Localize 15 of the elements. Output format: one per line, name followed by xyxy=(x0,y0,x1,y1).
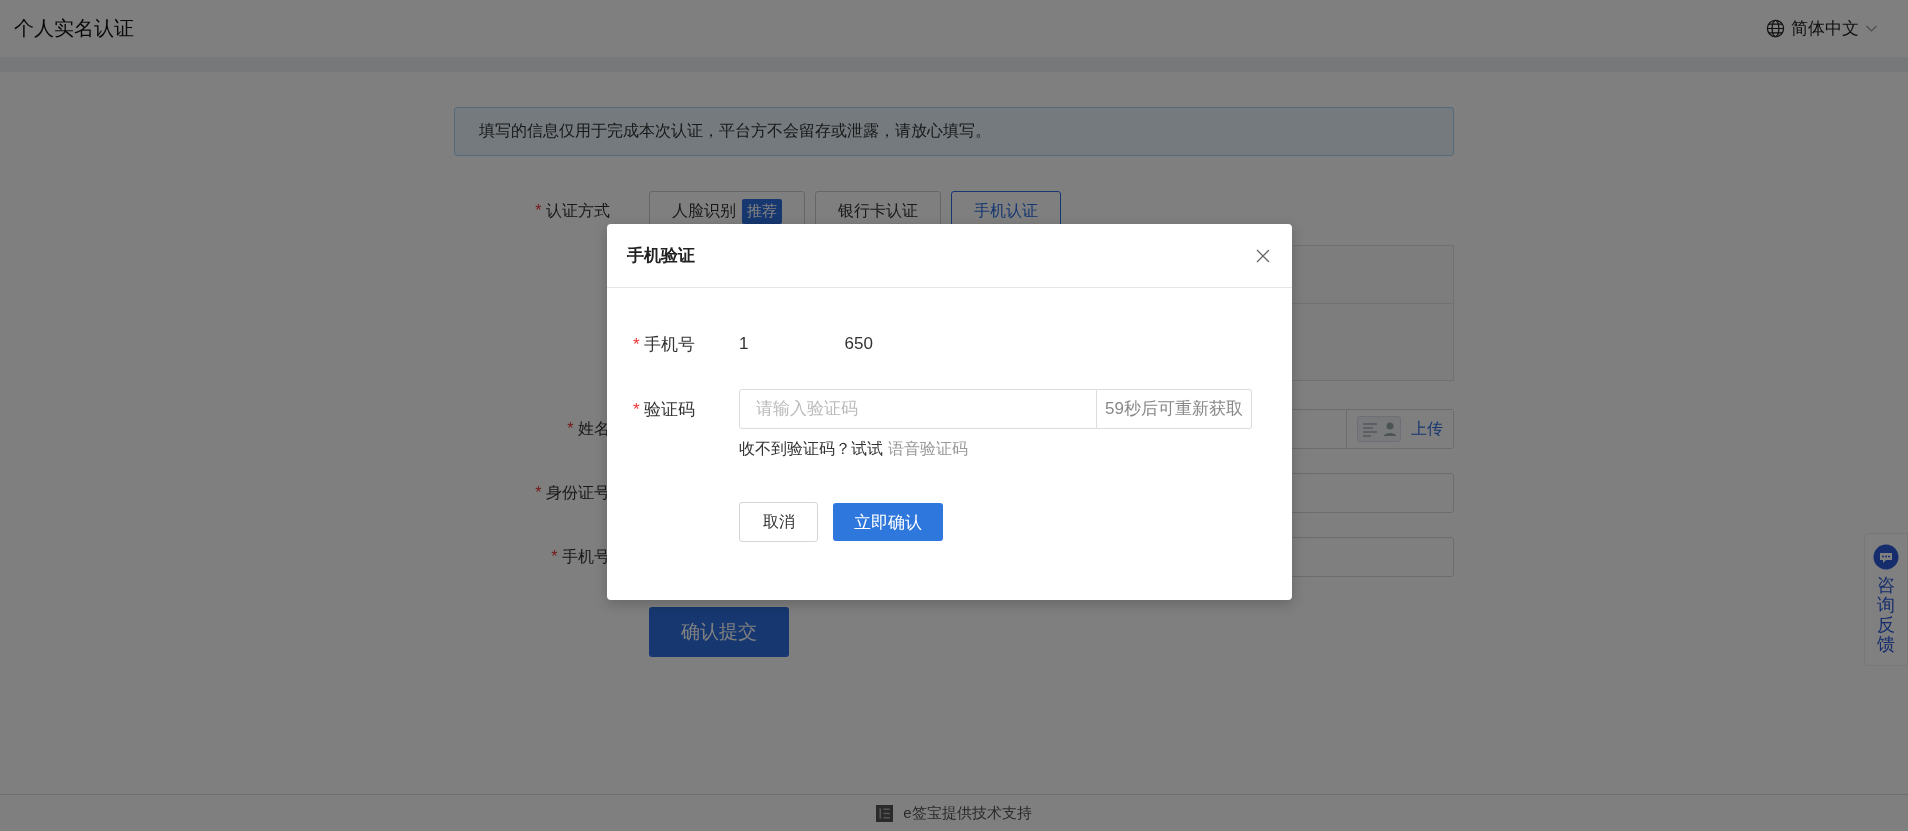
field-label: * 验证码 xyxy=(633,398,697,421)
phone-number: 1 xyxy=(739,334,749,354)
field-label: * 认证方式 xyxy=(534,201,610,221)
recommend-badge: 推荐 xyxy=(742,198,782,224)
field-label: * 身份证号 xyxy=(534,483,610,503)
field-label: * 手机号 xyxy=(633,333,697,356)
info-notice: 填写的信息仅用于完成本次认证，平台方不会留存或泄露，请放心填写。 xyxy=(454,107,1454,156)
dialog-title: 手机验证 xyxy=(627,245,695,267)
field-label: * 姓名 xyxy=(566,419,610,439)
field-label: * 手机号 xyxy=(550,547,610,567)
resend-countdown: 59秒后可重新获取 xyxy=(1097,389,1252,429)
page-title: 个人实名认证 xyxy=(14,16,134,41)
phone-number: 650 xyxy=(844,334,873,354)
footer-text: e签宝提供技术支持 xyxy=(903,803,1032,823)
hint-text: 收不到验证码？试试 xyxy=(739,439,883,459)
